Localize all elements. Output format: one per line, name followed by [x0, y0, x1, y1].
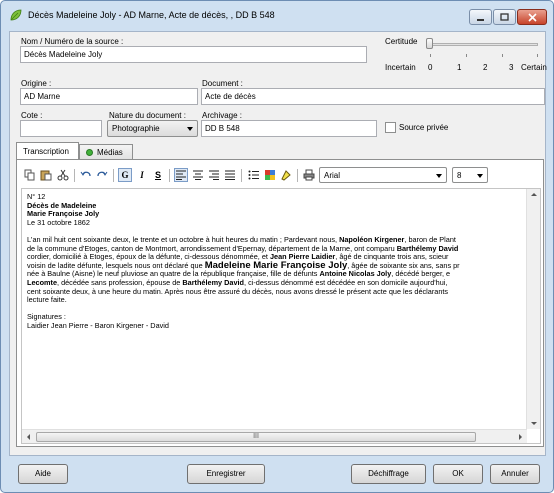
nature-select[interactable]: Photographie: [107, 120, 198, 137]
paragraph-line: cent soixante deux, à une heure du matin…: [27, 286, 449, 296]
align-center-icon[interactable]: [191, 168, 205, 182]
horizontal-scrollbar[interactable]: III: [22, 429, 527, 443]
minimize-icon: [476, 13, 485, 22]
align-left-icon[interactable]: [174, 168, 188, 182]
cancel-button[interactable]: Annuler: [490, 464, 540, 484]
title-bar[interactable]: Décès Madeleine Joly - AD Marne, Acte de…: [1, 1, 553, 29]
copy-icon[interactable]: [23, 168, 37, 182]
undo-icon[interactable]: [79, 168, 93, 182]
maximize-icon: [500, 12, 509, 22]
font-size-value: 8: [457, 171, 462, 180]
bold-icon[interactable]: G: [118, 168, 132, 182]
scroll-left-icon[interactable]: [26, 434, 31, 440]
act-number: N° 12: [27, 193, 46, 201]
tab-medias-label: Médias: [97, 148, 123, 157]
signatures-text: Laidier Jean Pierre - Baron Kirgener - D…: [27, 320, 169, 330]
act-heading-2: Marie Françoise Joly: [27, 209, 100, 219]
minimize-button[interactable]: [469, 9, 492, 25]
close-icon: [527, 12, 537, 22]
certitude-scale-3: 3: [509, 63, 514, 72]
font-name-select[interactable]: Arial: [319, 167, 447, 183]
archivage-field[interactable]: DD B 548: [201, 120, 377, 137]
scroll-up-icon[interactable]: [531, 192, 537, 197]
source-privee-checkbox[interactable]: [385, 122, 396, 133]
decipher-button[interactable]: Déchiffrage: [351, 464, 426, 484]
green-dot-icon: [86, 149, 93, 156]
ok-button[interactable]: OK: [433, 464, 483, 484]
transcription-text[interactable]: N° 12 Décès de Madeleine Marie Françoise…: [27, 193, 526, 429]
nature-label: Nature du document :: [109, 111, 186, 120]
certitude-min-label: Incertain: [385, 63, 416, 72]
close-button[interactable]: [517, 9, 547, 25]
paragraph-line: lecture faite.: [27, 295, 67, 305]
paste-icon[interactable]: [39, 168, 53, 182]
cut-icon[interactable]: [56, 168, 70, 182]
redo-icon[interactable]: [95, 168, 109, 182]
chevron-down-icon: [187, 127, 193, 131]
tab-medias[interactable]: Médias: [79, 144, 133, 159]
text-color-icon[interactable]: [263, 168, 277, 182]
window-title: Décès Madeleine Joly - AD Marne, Acte de…: [28, 10, 275, 20]
formatting-toolbar: G I S Arial 8: [21, 166, 541, 186]
tab-transcription[interactable]: Transcription: [16, 142, 79, 159]
maximize-button[interactable]: [493, 9, 516, 25]
transcription-editor[interactable]: N° 12 Décès de Madeleine Marie Françoise…: [21, 188, 541, 444]
tab-transcription-label: Transcription: [23, 147, 69, 156]
transcription-panel: G I S Arial 8 N° 12 Décès de Madeleine M…: [16, 159, 544, 447]
chevron-down-icon: [477, 174, 483, 178]
source-dialog-window: Décès Madeleine Joly - AD Marne, Acte de…: [0, 0, 554, 493]
horizontal-scroll-thumb[interactable]: III: [36, 432, 476, 442]
print-icon[interactable]: [302, 168, 316, 182]
certitude-label: Certitude: [385, 37, 418, 46]
chevron-down-icon: [436, 174, 442, 178]
save-button[interactable]: Enregistrer: [187, 464, 265, 484]
highlight-icon[interactable]: [279, 168, 293, 182]
help-button[interactable]: Aide: [18, 464, 68, 484]
origine-label: Origine :: [21, 79, 52, 88]
scroll-down-icon[interactable]: [531, 421, 537, 426]
archivage-label: Archivage :: [202, 111, 243, 120]
font-size-select[interactable]: 8: [452, 167, 488, 183]
certitude-slider-thumb[interactable]: [426, 38, 433, 49]
source-privee-label: Source privée: [399, 123, 449, 132]
vertical-scrollbar[interactable]: [526, 189, 540, 429]
align-right-icon[interactable]: [207, 168, 221, 182]
scroll-right-icon[interactable]: [518, 434, 523, 440]
italic-icon[interactable]: I: [135, 168, 149, 182]
justify-icon[interactable]: [223, 168, 237, 182]
act-heading-1: Décès de Madeleine: [27, 200, 97, 210]
certitude-scale-1: 1: [457, 63, 462, 72]
certitude-scale-2: 2: [483, 63, 488, 72]
font-name-value: Arial: [324, 171, 341, 180]
certitude-max-label: Certain: [521, 63, 547, 72]
document-field[interactable]: Acte de décès: [201, 88, 545, 105]
document-label: Document :: [202, 79, 243, 88]
underline-icon[interactable]: S: [151, 168, 165, 182]
bullet-list-icon[interactable]: [246, 168, 260, 182]
certitude-scale-0: 0: [428, 63, 433, 72]
origine-field[interactable]: AD Marne: [20, 88, 198, 105]
cote-label: Cote :: [21, 111, 43, 120]
source-name-field[interactable]: Décès Madeleine Joly: [20, 46, 367, 63]
source-name-label: Nom / Numéro de la source :: [21, 37, 124, 46]
cote-field[interactable]: [20, 120, 102, 137]
leaf-icon: [10, 9, 22, 21]
act-date: Le 31 octobre 1862: [27, 217, 90, 227]
nature-select-value: Photographie: [112, 124, 160, 133]
